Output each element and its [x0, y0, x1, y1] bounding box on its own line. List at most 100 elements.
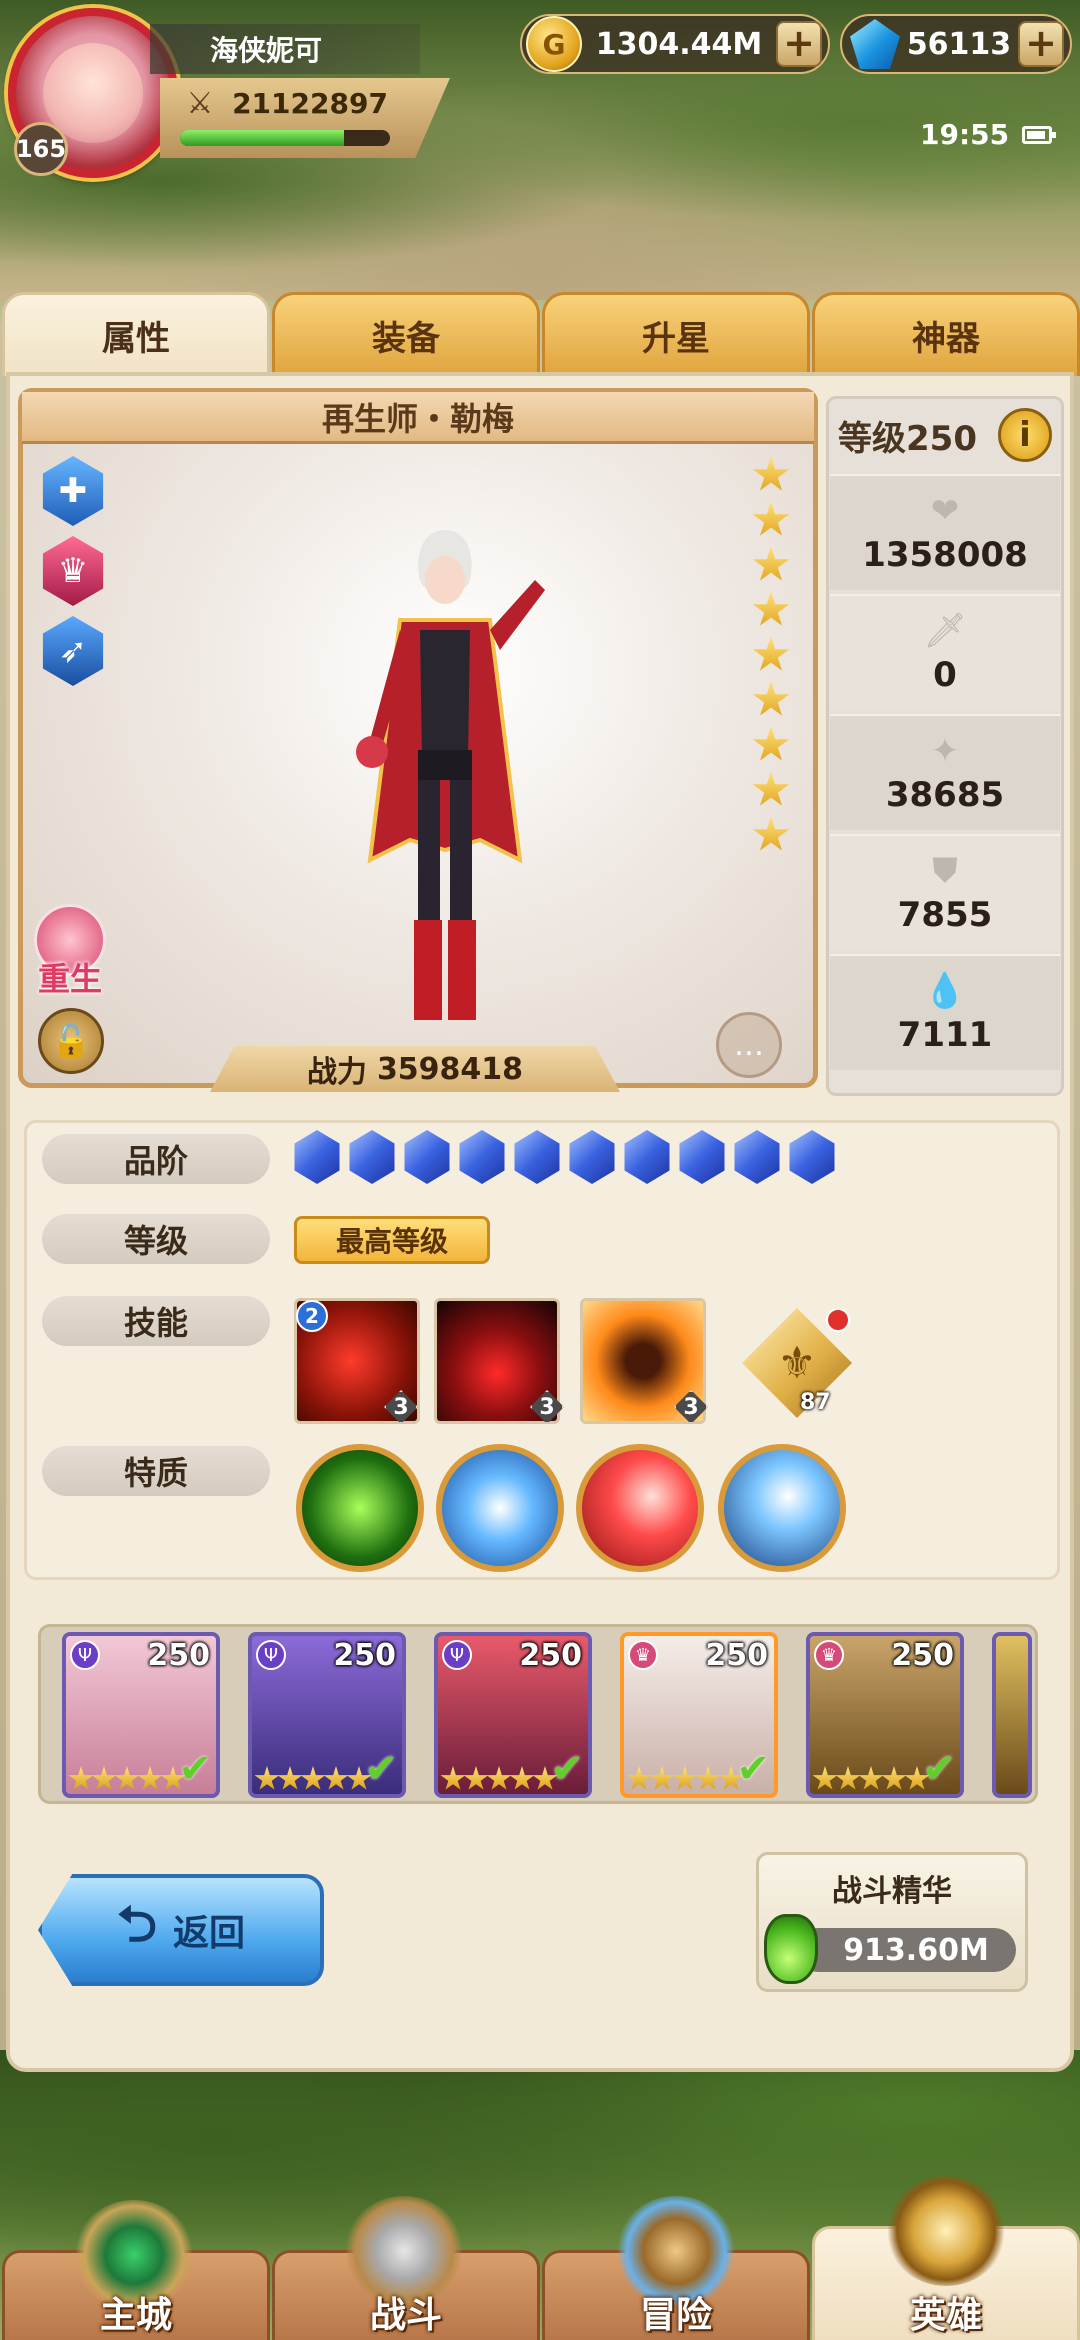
battery-icon	[1022, 126, 1056, 144]
quality-gem-icon	[514, 1130, 560, 1184]
info-icon[interactable]: i	[998, 408, 1052, 462]
hero-character-model[interactable]	[320, 520, 570, 1040]
hero-power-label: 战力	[306, 1055, 367, 1090]
stat-power-value: 38685	[885, 775, 1005, 815]
add-gems-button[interactable]: +	[1018, 21, 1064, 67]
hero-name: 再生师・勒梅	[22, 392, 814, 444]
roster-stars	[440, 1766, 558, 1792]
checkmark-icon: ✔	[550, 1746, 584, 1792]
add-gold-button[interactable]: +	[776, 21, 822, 67]
nav-adventure-label[interactable]: 冒险	[542, 2286, 810, 2338]
nav-heroes-label[interactable]: 英雄	[812, 2286, 1080, 2338]
hero-star-icon	[752, 771, 790, 806]
checkmark-icon: ✔	[922, 1746, 956, 1792]
stat-health: ❤ 1358008	[830, 474, 1060, 590]
traits-label: 特质	[42, 1446, 270, 1496]
hero-power-value: 3598418	[376, 1051, 524, 1087]
level-label: 等级	[42, 1214, 270, 1264]
hero-helmet-icon[interactable]	[886, 2176, 1006, 2286]
sword-icon: 🗡	[923, 611, 967, 651]
roster-hero-level: 250	[891, 1638, 954, 1673]
roster-stars	[254, 1766, 372, 1792]
hero-type-icon: Ψ	[256, 1640, 286, 1670]
heart-icon: ❤	[930, 491, 960, 531]
skill-1-badge: 2	[296, 1300, 328, 1332]
quality-gem-icon	[789, 1130, 835, 1184]
roster-hero-3[interactable]: Ψ 250 ✔	[434, 1632, 592, 1798]
player-level-badge: 165	[14, 122, 68, 176]
unlock-icon[interactable]: 🔓	[38, 1008, 104, 1074]
max-level-badge: 最高等级	[294, 1216, 490, 1264]
hero-power-ribbon: 战力 3598418	[210, 1046, 620, 1092]
roster-stars	[812, 1766, 930, 1792]
trait-2-blade-icon[interactable]	[436, 1444, 564, 1572]
roster-stars	[68, 1766, 186, 1792]
potion-icon	[764, 1914, 818, 1984]
roster-hero-level: 250	[333, 1638, 396, 1673]
player-power-value: 21122897	[232, 87, 388, 120]
roster-hero-4-selected[interactable]: ♛ 250 ✔	[620, 1632, 778, 1798]
stat-attack-value: 0	[933, 655, 957, 695]
back-button[interactable]: ⮌ 返回	[38, 1874, 324, 1986]
gold-counter: G 1304.44M +	[520, 14, 830, 74]
drop-icon: 💧	[923, 971, 967, 1011]
nav-main-city-label[interactable]: 主城	[2, 2286, 270, 2338]
quality-gem-icon	[569, 1130, 615, 1184]
hero-star-icon	[752, 501, 790, 536]
battle-essence-value: 913.60M	[796, 1928, 1016, 1972]
hero-star-icon	[752, 726, 790, 761]
quality-label: 品阶	[42, 1134, 270, 1184]
trait-3-slash-icon[interactable]	[576, 1444, 704, 1572]
gold-coin-icon: G	[526, 16, 582, 72]
player-exp-bar	[180, 130, 390, 146]
hero-star-rating	[752, 456, 792, 861]
hero-type-icon: ♛	[814, 1640, 844, 1670]
roster-hero-6-partial[interactable]	[992, 1632, 1032, 1798]
status-time: 19:55	[920, 118, 1010, 151]
gold-value: 1304.44M	[595, 26, 763, 62]
stat-resistance-value: 7111	[897, 1015, 993, 1055]
battle-essence-title: 战斗精华	[832, 1874, 952, 1909]
rebirth-label[interactable]: 重生	[28, 954, 112, 1000]
tab-equipment[interactable]: 装备	[272, 292, 540, 376]
quality-gem-icon	[404, 1130, 450, 1184]
tab-star-up[interactable]: 升星	[542, 292, 810, 376]
quality-gem-icon	[624, 1130, 670, 1184]
back-arrow-icon: ⮌	[116, 1894, 158, 1953]
crossed-swords-icon: ⚔	[186, 86, 214, 121]
trait-1-skull-icon[interactable]	[296, 1444, 424, 1572]
trait-4-orb-icon[interactable]	[718, 1444, 846, 1572]
roster-hero-1[interactable]: Ψ 250 ✔	[62, 1632, 220, 1798]
hero-type-icon: Ψ	[70, 1640, 100, 1670]
quality-gem-icon	[734, 1130, 780, 1184]
roster-hero-5[interactable]: ♛ 250 ✔	[806, 1632, 964, 1798]
stat-defense: ⛊ 7855	[830, 834, 1060, 950]
checkmark-icon: ✔	[364, 1746, 398, 1792]
quality-gem-icon	[294, 1130, 340, 1184]
tab-attributes[interactable]: 属性	[2, 292, 270, 376]
burst-icon: ✦	[930, 731, 960, 771]
tab-artifact[interactable]: 神器	[812, 292, 1080, 376]
shield-icon: ⛊	[932, 851, 958, 891]
hero-type-icon: ♛	[628, 1640, 658, 1670]
chat-bubble-icon[interactable]: …	[716, 1012, 782, 1078]
hero-star-icon	[752, 456, 790, 491]
player-exp-fill	[180, 130, 344, 146]
hero-type-icon: Ψ	[442, 1640, 472, 1670]
player-name: 海侠妮可	[150, 24, 420, 74]
quality-gems	[292, 1130, 837, 1184]
gem-counter: 56113 +	[840, 14, 1072, 74]
checkmark-icon: ✔	[736, 1746, 770, 1792]
nav-battle-label[interactable]: 战斗	[272, 2286, 540, 2338]
hero-star-icon	[752, 636, 790, 671]
stat-health-value: 1358008	[862, 535, 1028, 575]
emblem-count: 87	[800, 1390, 831, 1415]
skills-label: 技能	[42, 1296, 270, 1346]
roster-hero-level: 250	[519, 1638, 582, 1673]
stat-defense-value: 7855	[897, 895, 993, 935]
diamond-gem-icon	[850, 19, 900, 69]
roster-hero-2[interactable]: Ψ 250 ✔	[248, 1632, 406, 1798]
stat-attack: 🗡 0	[830, 594, 1060, 710]
stat-power: ✦ 38685	[830, 714, 1060, 830]
notification-dot	[826, 1308, 850, 1332]
